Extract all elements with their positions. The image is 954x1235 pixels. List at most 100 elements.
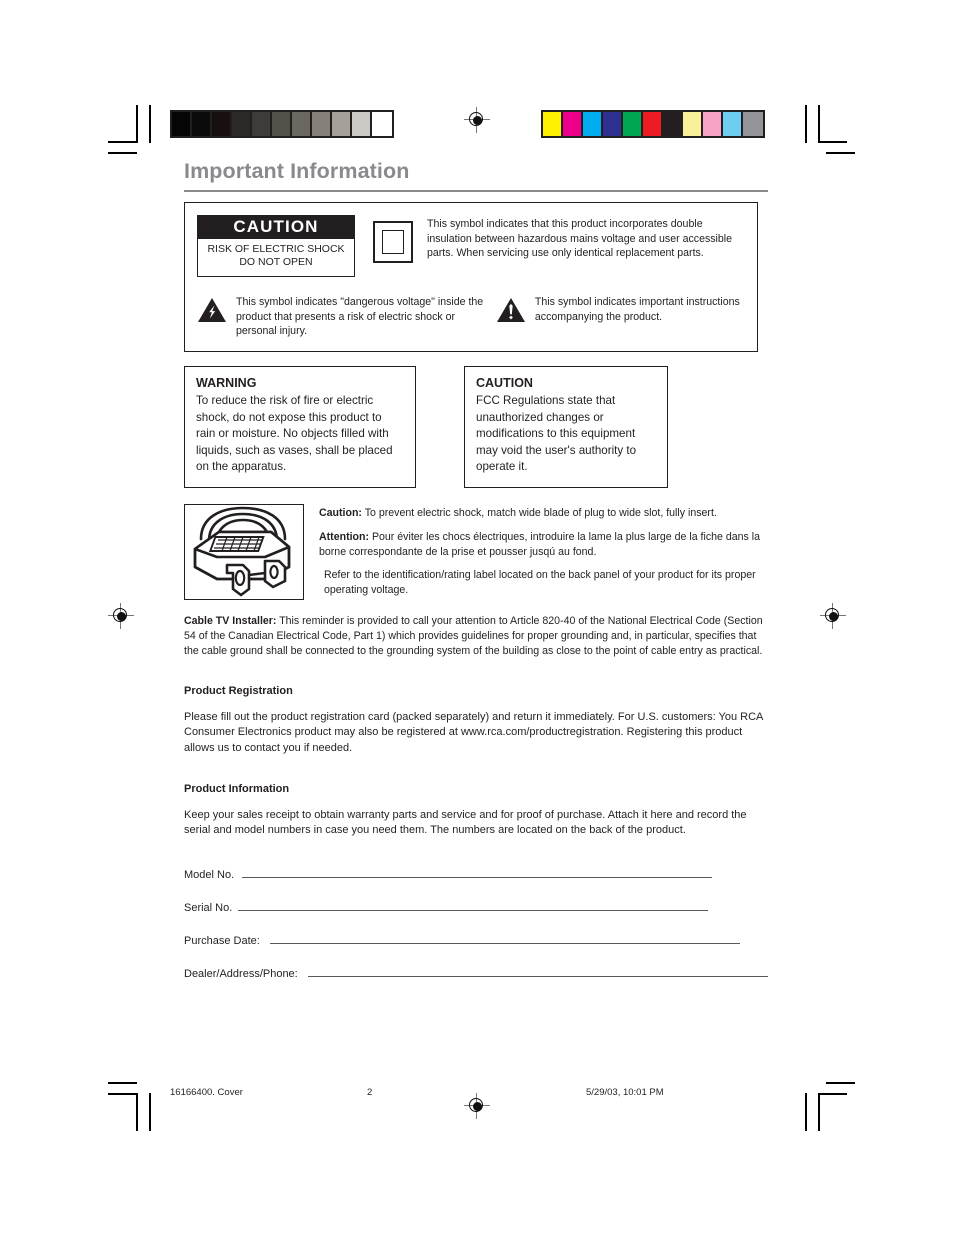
crop-mark-top-right-vertical xyxy=(818,105,820,143)
caution-subtext: RISK OF ELECTRIC SHOCK DO NOT OPEN xyxy=(207,242,345,269)
crop-mark-top-right-outer xyxy=(826,152,855,154)
plug-caution-label: Caution: xyxy=(319,507,362,520)
form-row-dealer: Dealer/Address/Phone: xyxy=(184,968,768,980)
product-information-heading: Product Information xyxy=(184,782,290,795)
footer-page-number: 2 xyxy=(367,1087,373,1098)
safety-symbol-panel: CAUTION RISK OF ELECTRIC SHOCK DO NOT OP… xyxy=(184,202,758,353)
title-rule xyxy=(184,189,768,193)
grayscale-swatch-0 xyxy=(172,112,192,136)
registration-mark-right-center xyxy=(820,603,846,629)
grayscale-swatch-3 xyxy=(232,112,252,136)
color-calibration-bar xyxy=(541,110,765,138)
warning-box: WARNING To reduce the risk of fire or el… xyxy=(184,366,416,489)
crop-mark-bottom-left-outer xyxy=(108,1082,137,1084)
crop-mark-top-right-inner-bar xyxy=(805,105,807,143)
color-swatch-9 xyxy=(723,112,743,136)
crop-mark-top-right-horizontal xyxy=(818,141,847,143)
grayscale-swatch-7 xyxy=(312,112,332,136)
color-swatch-2 xyxy=(583,112,603,136)
crop-mark-top-left-horizontal xyxy=(108,141,137,143)
form-input-model[interactable] xyxy=(242,871,713,878)
important-instructions-group: This symbol indicates important instruct… xyxy=(496,295,745,339)
grayscale-swatch-6 xyxy=(292,112,312,136)
crop-mark-bottom-right-horizontal xyxy=(818,1093,847,1095)
grayscale-swatch-9 xyxy=(352,112,372,136)
crop-mark-top-left-inner-bar xyxy=(149,105,151,143)
crop-mark-bottom-right-inner-bar xyxy=(805,1093,807,1131)
color-swatch-8 xyxy=(703,112,723,136)
plug-attention-text: Pour éviter les chocs électriques, intro… xyxy=(319,530,761,558)
plug-attention-label: Attention: xyxy=(319,530,370,543)
crop-mark-bottom-right-vertical xyxy=(818,1093,820,1131)
important-instructions-text: This symbol indicates important instruct… xyxy=(534,296,740,323)
double-insulation-text: This symbol indicates that this product … xyxy=(427,218,733,260)
form-row-model: Model No. xyxy=(184,869,768,881)
plug-caution-text: To prevent electric shock, match wide bl… xyxy=(361,507,717,520)
polarized-plug-illustration xyxy=(184,504,304,601)
product-registration-heading: Product Registration xyxy=(184,684,293,697)
cable-note-label: Cable TV Installer: xyxy=(184,615,277,628)
notice-box-row: WARNING To reduce the risk of fire or el… xyxy=(184,366,768,489)
product-registration-body: Please fill out the product registration… xyxy=(184,710,763,755)
double-insulation-icon xyxy=(373,221,413,264)
product-record-form: Model No. Serial No. Purchase Date: Dealer/… xyxy=(184,869,768,980)
grayscale-calibration-bar xyxy=(170,110,394,138)
crop-mark-top-left-vertical xyxy=(136,105,138,143)
crop-mark-top-left-outer xyxy=(108,152,137,154)
dangerous-voltage-group: This symbol indicates "dangerous voltage… xyxy=(197,295,496,339)
product-information-body: Keep your sales receipt to obtain warran… xyxy=(184,808,747,837)
warning-box-body: To reduce the risk of fire or electric s… xyxy=(196,394,393,474)
caution-shock-label: CAUTION RISK OF ELECTRIC SHOCK DO NOT OP… xyxy=(197,215,355,278)
grayscale-swatch-1 xyxy=(192,112,212,136)
page-title: Important Information xyxy=(184,159,410,183)
color-swatch-6 xyxy=(663,112,683,136)
document-page: Important Information CAUTION RISK OF EL… xyxy=(184,159,768,1001)
crop-mark-bottom-left-inner-bar xyxy=(149,1093,151,1131)
plug-section: Caution: To prevent electric shock, matc… xyxy=(184,504,768,601)
color-swatch-0 xyxy=(543,112,563,136)
form-input-serial[interactable] xyxy=(238,904,709,911)
cable-tv-installer-note: Cable TV Installer: This reminder is pro… xyxy=(184,614,768,658)
plug-text-group: Caution: To prevent electric shock, matc… xyxy=(319,504,768,600)
form-label-purchase: Purchase Date: xyxy=(184,934,260,947)
panel-top-row: CAUTION RISK OF ELECTRIC SHOCK DO NOT OP… xyxy=(197,213,745,278)
footer-job-name: 16166400. Cover xyxy=(170,1087,243,1098)
dangerous-voltage-text: This symbol indicates "dangerous voltage… xyxy=(236,296,484,338)
color-swatch-4 xyxy=(623,112,643,136)
color-swatch-10 xyxy=(743,112,763,136)
form-row-serial: Serial No. xyxy=(184,902,768,914)
double-insulation-inner-square xyxy=(382,230,404,255)
grayscale-swatch-8 xyxy=(332,112,352,136)
footer-timestamp: 5/29/03, 10:01 PM xyxy=(586,1087,664,1098)
plug-rating-text: Refer to the identification/rating label… xyxy=(324,569,756,596)
form-label-model: Model No. xyxy=(184,868,235,881)
registration-mark-top-center xyxy=(464,107,490,133)
registration-mark-left-center xyxy=(108,603,134,629)
crop-mark-bottom-left-vertical xyxy=(136,1093,138,1131)
color-swatch-5 xyxy=(643,112,663,136)
plug-caution-paragraph: Caution: To prevent electric shock, matc… xyxy=(319,506,768,521)
form-input-dealer[interactable] xyxy=(307,970,768,977)
crop-mark-bottom-left-horizontal xyxy=(108,1093,137,1095)
fcc-box-body: FCC Regulations state that unauthorized … xyxy=(476,394,637,474)
caution-heading: CAUTION xyxy=(198,216,354,239)
form-row-purchase: Purchase Date: xyxy=(184,935,768,947)
color-swatch-7 xyxy=(683,112,703,136)
grayscale-swatch-4 xyxy=(252,112,272,136)
plug-attention-paragraph: Attention: Pour éviter les chocs électri… xyxy=(319,530,768,559)
form-label-serial: Serial No. xyxy=(184,901,233,914)
grayscale-swatch-10 xyxy=(372,112,392,136)
form-label-dealer: Dealer/Address/Phone: xyxy=(184,967,298,980)
fcc-caution-box: CAUTION FCC Regulations state that unaut… xyxy=(464,366,668,489)
exclamation-triangle-icon xyxy=(496,297,526,328)
grayscale-swatch-2 xyxy=(212,112,232,136)
panel-bottom-row: This symbol indicates "dangerous voltage… xyxy=(197,295,745,339)
fcc-box-title: CAUTION xyxy=(476,376,533,391)
color-swatch-3 xyxy=(603,112,623,136)
form-input-purchase[interactable] xyxy=(269,937,740,944)
crop-mark-bottom-right-outer xyxy=(826,1082,855,1084)
lightning-bolt-triangle-icon xyxy=(197,297,227,328)
warning-box-title: WARNING xyxy=(196,376,257,391)
registration-mark-bottom-center xyxy=(464,1093,490,1119)
color-swatch-1 xyxy=(563,112,583,136)
